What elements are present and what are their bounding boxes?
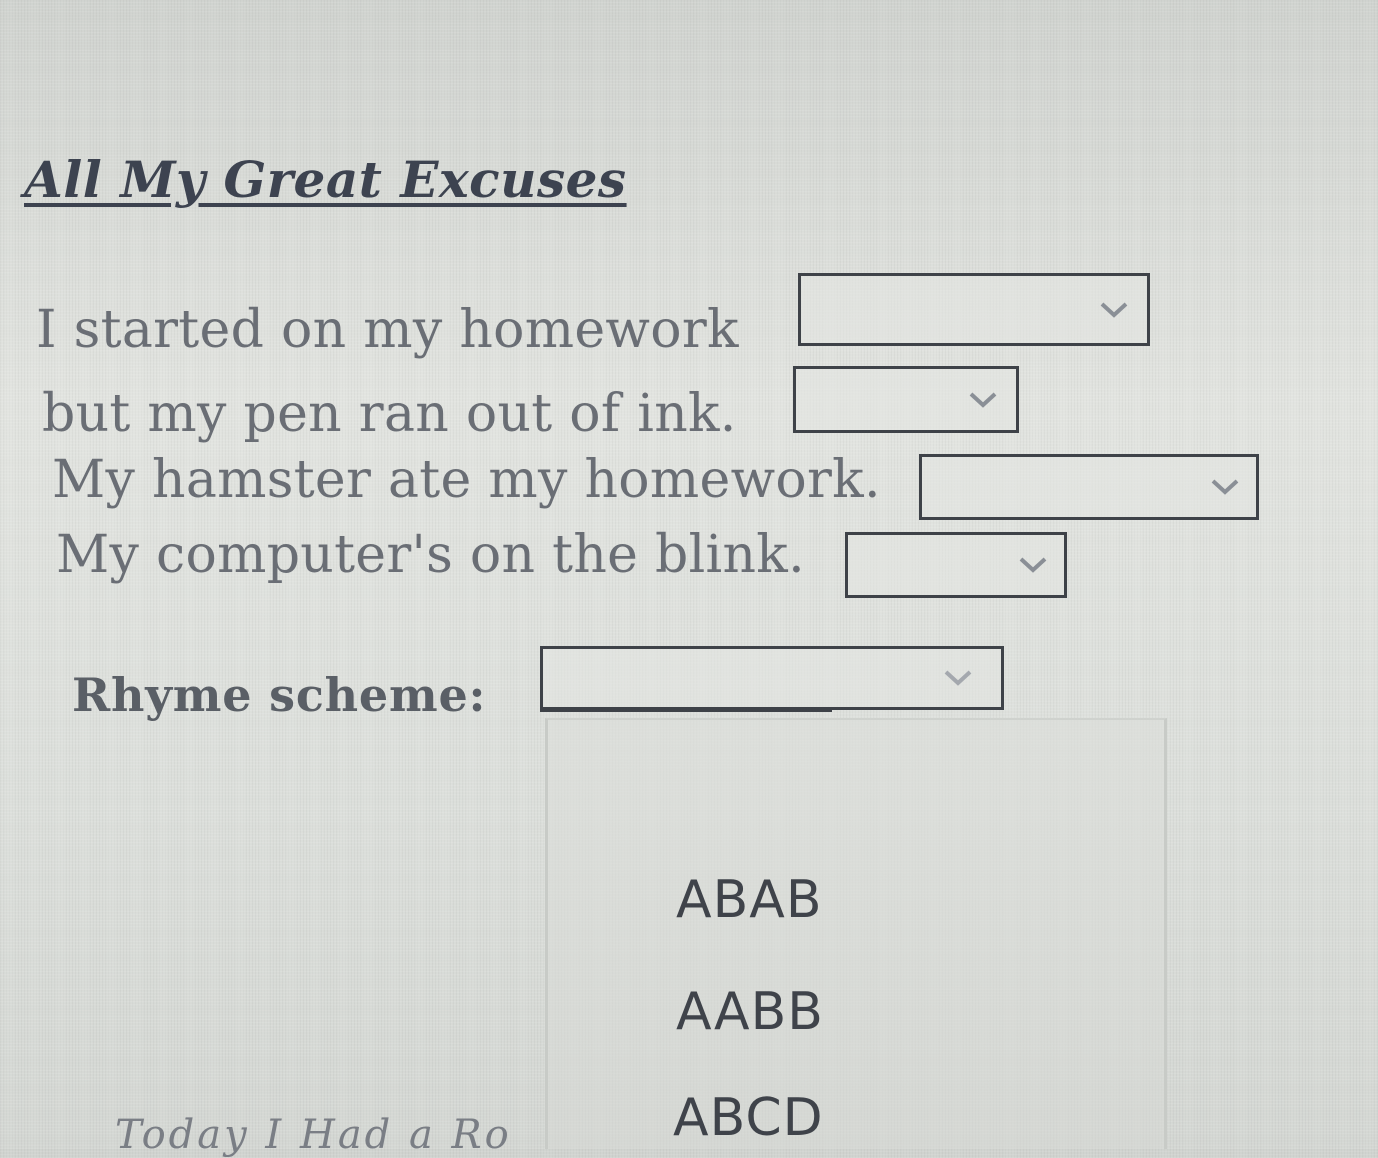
chevron-down-icon <box>1210 478 1240 496</box>
poem-line-1: I started on my homework <box>36 300 739 360</box>
rhyme-scheme-dropdown[interactable] <box>540 646 1004 710</box>
chevron-down-icon <box>968 391 998 409</box>
rhyme-scheme-options-list: ABAB AABB ABCD <box>545 718 1167 1149</box>
option-abcd[interactable]: ABCD <box>673 1088 824 1148</box>
option-abab[interactable]: ABAB <box>676 870 823 930</box>
line-3-rhyme-dropdown[interactable] <box>919 454 1259 520</box>
line-2-rhyme-dropdown[interactable] <box>793 366 1019 433</box>
page-title: All My Great Excuses <box>24 150 627 209</box>
poem-line-4: My computer's on the blink. <box>56 525 805 585</box>
chevron-down-icon <box>943 669 973 687</box>
line-1-rhyme-dropdown[interactable] <box>798 273 1150 346</box>
chevron-down-icon <box>1018 556 1048 574</box>
option-aabb[interactable]: AABB <box>676 982 824 1042</box>
rhyme-scheme-underline <box>540 708 832 712</box>
line-4-rhyme-dropdown[interactable] <box>845 532 1067 598</box>
poem-line-3: My hamster ate my homework. <box>52 450 881 510</box>
poem-line-2: but my pen ran out of ink. <box>42 384 737 444</box>
chevron-down-icon <box>1099 301 1129 319</box>
next-poem-title: Today I Had a Ro <box>115 1112 512 1158</box>
rhyme-scheme-label: Rhyme scheme: <box>72 668 487 722</box>
